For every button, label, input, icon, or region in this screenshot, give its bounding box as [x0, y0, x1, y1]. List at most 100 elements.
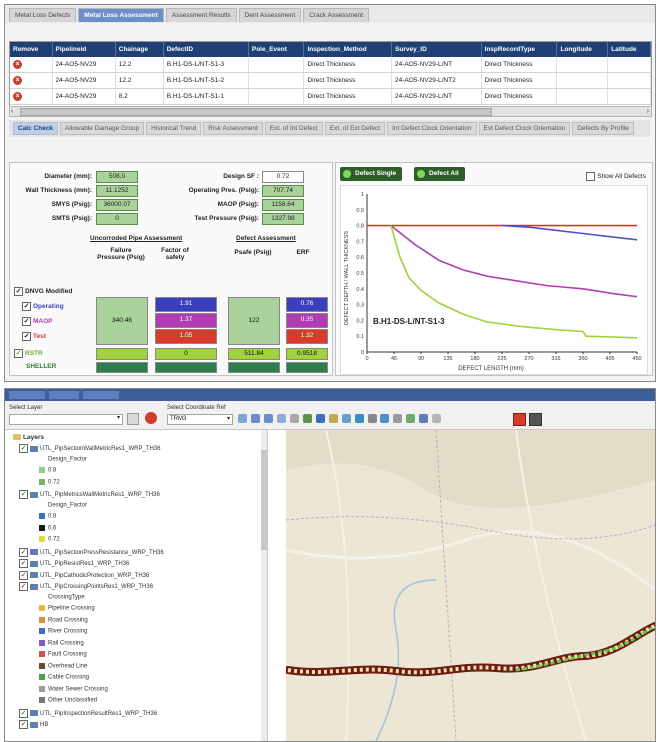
layer-checkbox-icon[interactable]: ✓: [19, 708, 28, 718]
maop-checkbox[interactable]: ✓ MAOP: [22, 317, 53, 326]
measure-icon[interactable]: [328, 414, 338, 423]
wall-thickness-value[interactable]: 11.1252: [96, 185, 138, 197]
layer-legend-item[interactable]: Design_Factor: [39, 456, 87, 462]
tab-dent-assessment[interactable]: Dent Assessment: [238, 8, 302, 22]
layer-legend-item[interactable]: 0.8: [39, 467, 56, 474]
col-longitude[interactable]: Longitude: [556, 42, 609, 57]
pointer-icon[interactable]: [367, 414, 377, 423]
smys-value[interactable]: 36000.07: [96, 199, 138, 211]
layer-checkbox-icon[interactable]: ✓: [19, 490, 28, 499]
layer-checkbox-icon[interactable]: ✓: [19, 444, 28, 453]
layers-scrollbar[interactable]: [261, 430, 267, 741]
stop-icon[interactable]: [513, 413, 526, 426]
pan-icon[interactable]: [238, 414, 247, 423]
subtab-risk-assessment[interactable]: Risk Assessment: [203, 122, 263, 135]
defect-all-button[interactable]: Defect All: [414, 167, 465, 181]
table-row[interactable]: × 24-AO5-NV29 12.2 B.H1-DS-L/NT-S1-2 Direct …: [10, 72, 651, 89]
layer-tool-icon[interactable]: [127, 413, 139, 425]
scroll-thumb[interactable]: [20, 108, 492, 116]
col-pipelineid[interactable]: Pipelineid: [52, 42, 116, 57]
layer-item[interactable]: ✓ UTL_PipCrossingPointsRes1_WRP_TH36: [19, 582, 153, 591]
select-icon[interactable]: [302, 414, 312, 423]
layer-remove-icon[interactable]: [145, 412, 157, 424]
subtab-allowable-damage-group[interactable]: Allowable Damage Group: [60, 122, 145, 135]
subtab-defects-by-profile[interactable]: Defects By Profile: [572, 122, 634, 135]
remove-icon[interactable]: ×: [13, 60, 22, 69]
layer-legend-item[interactable]: Fault Crossing: [39, 651, 87, 658]
layer-legend-item[interactable]: Road Crossing: [39, 616, 88, 623]
export-icon[interactable]: [406, 414, 416, 423]
layer-legend-item[interactable]: 0.72: [39, 536, 60, 543]
refresh-icon[interactable]: [380, 414, 390, 423]
layer-checkbox-icon[interactable]: ✓: [19, 559, 28, 568]
subtab-ext-ext-defect[interactable]: Ext. of Ext Defect: [324, 122, 386, 135]
tab-assessment-results[interactable]: Assessment Results: [165, 8, 237, 22]
select-layer-dropdown[interactable]: ▾: [9, 414, 123, 425]
gis-title-tab-1[interactable]: [9, 391, 45, 399]
layer-checkbox-icon[interactable]: ✓: [19, 547, 28, 557]
operating-checkbox[interactable]: ✓ Operating: [22, 302, 64, 311]
subtab-historical-trend[interactable]: Historical Trend: [146, 122, 202, 135]
layer-legend-item[interactable]: 0.72: [39, 478, 60, 485]
remove-icon[interactable]: ×: [13, 76, 22, 85]
layer-legend-item[interactable]: 0.6: [39, 524, 56, 531]
tab-metal-loss-defects[interactable]: Metal Loss Defects: [9, 8, 77, 22]
col-insp-record-type[interactable]: InspRecordType: [481, 42, 558, 57]
operating-pressure-value[interactable]: 707.74: [262, 185, 304, 197]
globe-icon[interactable]: [354, 414, 364, 423]
layer-item[interactable]: ✓ UTL_PipCathodicProtection_WRP_TH36: [19, 570, 149, 580]
layer-legend-item[interactable]: Design_Factor: [39, 502, 87, 508]
rstreng-checkbox[interactable]: ✓ RSTR: [14, 349, 43, 358]
col-inspection-method[interactable]: Inspection_Method: [303, 42, 393, 57]
layer-item[interactable]: ✓ UTL_PipSectionWallMetricRes1_WRP_TH36: [19, 444, 160, 453]
remove-cell[interactable]: ×: [10, 57, 53, 73]
table-row[interactable]: × 24-AO5-NV29 8.2 B.H1-DS-L/NT-S1-1 Direct T…: [10, 88, 651, 105]
settings-icon[interactable]: [432, 414, 442, 423]
remove-icon[interactable]: ×: [13, 92, 22, 101]
design-sf-value[interactable]: 0.72: [262, 171, 304, 183]
remove-cell[interactable]: ×: [10, 88, 53, 105]
maop-value[interactable]: 1158.64: [262, 199, 304, 211]
defect-single-button[interactable]: Defect Single: [340, 167, 403, 181]
dnvg-modified-checkbox[interactable]: ✓ DNVG Modified: [14, 287, 72, 296]
coord-ref-dropdown[interactable]: TRM3 ▾: [167, 414, 233, 425]
tab-crack-assessment[interactable]: Crack Assessment: [303, 8, 370, 22]
test-pressure-value[interactable]: 1327.98: [262, 213, 304, 225]
scroll-left-icon[interactable]: ‹: [11, 107, 13, 116]
subtab-int-defect-clock[interactable]: Int Defect Clock Orientation: [387, 122, 477, 135]
table-scrollbar[interactable]: ‹ ›: [9, 106, 652, 117]
layer-item[interactable]: ✓ UTL_PipSectionPressResistance_WRP_TH36: [19, 547, 164, 557]
layer-legend-item[interactable]: River Crossing: [39, 628, 87, 635]
subtab-calc-check[interactable]: Calc Check: [13, 122, 59, 135]
layers-scroll-thumb[interactable]: [261, 450, 267, 550]
layer-checkbox-icon[interactable]: ✓: [19, 570, 28, 580]
layer-legend-item[interactable]: Cable Crossing: [39, 674, 89, 681]
layer-checkbox-icon[interactable]: ✓: [19, 720, 28, 729]
col-remove[interactable]: Remove: [10, 42, 53, 57]
col-defectid[interactable]: DefectID: [163, 42, 249, 57]
table-icon[interactable]: [419, 414, 429, 423]
layer-item[interactable]: ✓ UTL_PipResistRes1_WRP_TH36: [19, 559, 129, 568]
layer-item[interactable]: ✓ UTL_PipInspectionResultRes1_WRP_TH36: [19, 708, 157, 718]
layer-legend-item[interactable]: 0.8: [39, 513, 56, 520]
layer-legend-item[interactable]: Overhead Line: [39, 662, 87, 669]
layer-legend-item[interactable]: CrossingType: [39, 594, 85, 600]
layers-root[interactable]: Layers: [13, 434, 44, 441]
zoom-in-icon[interactable]: [250, 414, 260, 423]
gis-title-tab-3[interactable]: [83, 391, 119, 399]
map-view[interactable]: [286, 430, 655, 741]
remove-cell[interactable]: ×: [10, 72, 53, 89]
layer-legend-item[interactable]: Rail Crossing: [39, 639, 84, 646]
layer-item[interactable]: ✓ UTL_PipMetricsWallMetricRes1_WRP_TH36: [19, 490, 160, 499]
print-icon[interactable]: [393, 414, 403, 423]
layers-icon[interactable]: [341, 414, 351, 423]
map-canvas[interactable]: [286, 430, 655, 741]
diameter-value[interactable]: 508.0: [96, 171, 138, 183]
grid-icon[interactable]: [289, 414, 299, 423]
gis-title-tab-2[interactable]: [49, 391, 79, 399]
col-survey-id[interactable]: Survey_ID: [391, 42, 482, 57]
layer-item[interactable]: ✓ HB: [19, 720, 48, 729]
exit-icon[interactable]: [529, 413, 542, 426]
layer-legend-item[interactable]: Water Sewer Crossing: [39, 685, 108, 692]
col-pole-event[interactable]: Pole_Event: [248, 42, 305, 57]
